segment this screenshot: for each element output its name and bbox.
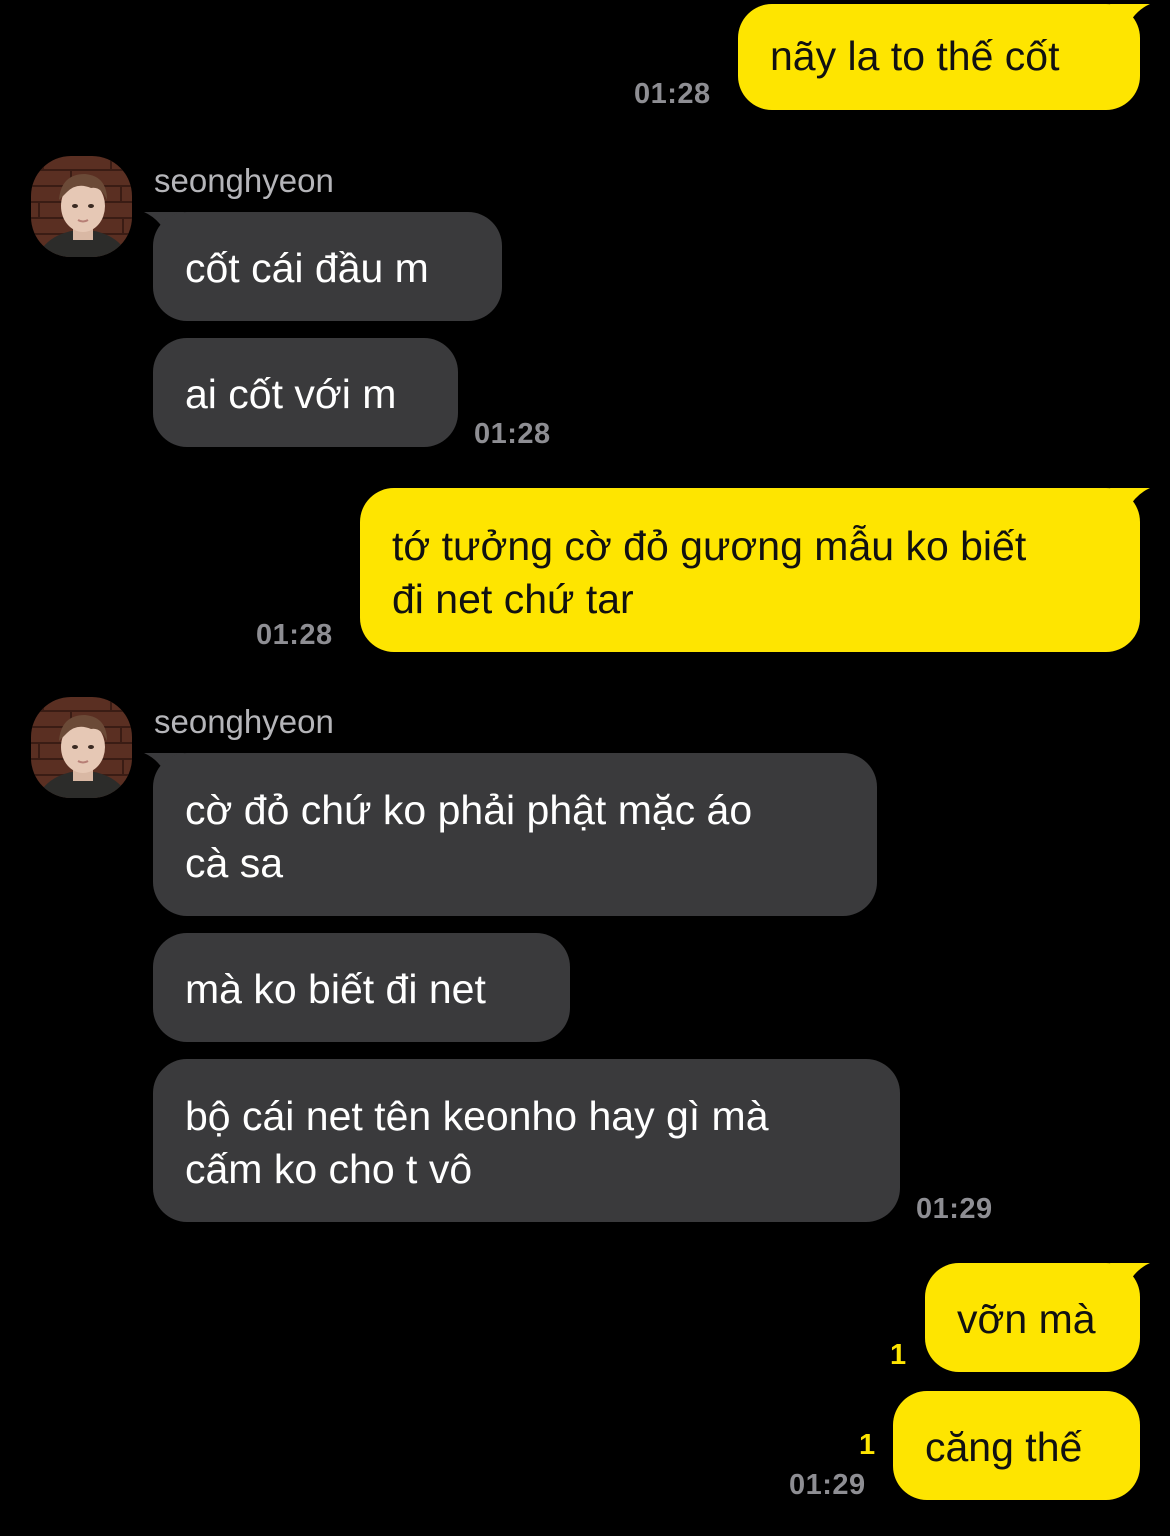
bubble-tail-outgoing <box>1110 4 1150 34</box>
message-bubble-incoming[interactable]: ai cốt với m <box>153 338 458 447</box>
contact-avatar[interactable] <box>31 156 132 257</box>
message-timestamp: 01:29 <box>916 1193 993 1225</box>
message-bubble-outgoing[interactable]: nãy la to thế cốt <box>738 4 1140 110</box>
message-text: ai cốt với m <box>185 371 397 417</box>
message-bubble-incoming[interactable]: mà ko biết đi net <box>153 933 570 1042</box>
message-bubble-outgoing[interactable]: tớ tưởng cờ đỏ gương mẫu ko biết đi net … <box>360 488 1140 652</box>
message-timestamp: 01:28 <box>256 619 333 651</box>
avatar-photo-icon <box>31 697 132 798</box>
unread-count-badge: 1 <box>890 1339 907 1371</box>
message-timestamp: 01:28 <box>634 78 711 110</box>
message-bubble-outgoing[interactable]: vỡn mà <box>925 1263 1140 1372</box>
sender-name: seonghyeon <box>154 162 334 199</box>
message-text: căng thế <box>925 1424 1083 1470</box>
message-timestamp: 01:28 <box>474 418 551 450</box>
message-text-line-1: bộ cái net tên keonho hay gì mà <box>185 1093 769 1139</box>
message-text-line-2: cà sa <box>185 840 283 886</box>
message-text: nãy la to thế cốt <box>770 33 1060 79</box>
message-bubble-incoming[interactable]: cờ đỏ chứ ko phải phật mặc áo cà sa <box>153 753 877 916</box>
message-text-line-1: cờ đỏ chứ ko phải phật mặc áo <box>185 787 753 833</box>
message-text: cốt cái đầu m <box>185 245 429 291</box>
message-text: mà ko biết đi net <box>185 966 486 1012</box>
message-text-line-2: cấm ko cho t vô <box>185 1146 473 1192</box>
message-bubble-incoming[interactable]: cốt cái đầu m <box>153 212 502 321</box>
unread-count-badge: 1 <box>859 1429 876 1461</box>
message-text-line-1: tớ tưởng cờ đỏ gương mẫu ko biết <box>392 523 1027 569</box>
message-text: vỡn mà <box>957 1296 1096 1342</box>
sender-name: seonghyeon <box>154 703 334 740</box>
contact-avatar[interactable] <box>31 697 132 798</box>
message-bubble-incoming[interactable]: bộ cái net tên keonho hay gì mà cấm ko c… <box>153 1059 900 1222</box>
message-timestamp: 01:29 <box>789 1469 866 1501</box>
avatar-photo-icon <box>31 156 132 257</box>
bubble-tail-outgoing <box>1110 1263 1150 1293</box>
message-text-line-2: đi net chứ tar <box>392 576 634 622</box>
message-bubble-outgoing[interactable]: căng thế <box>893 1391 1140 1500</box>
bubble-tail-outgoing <box>1110 488 1150 518</box>
